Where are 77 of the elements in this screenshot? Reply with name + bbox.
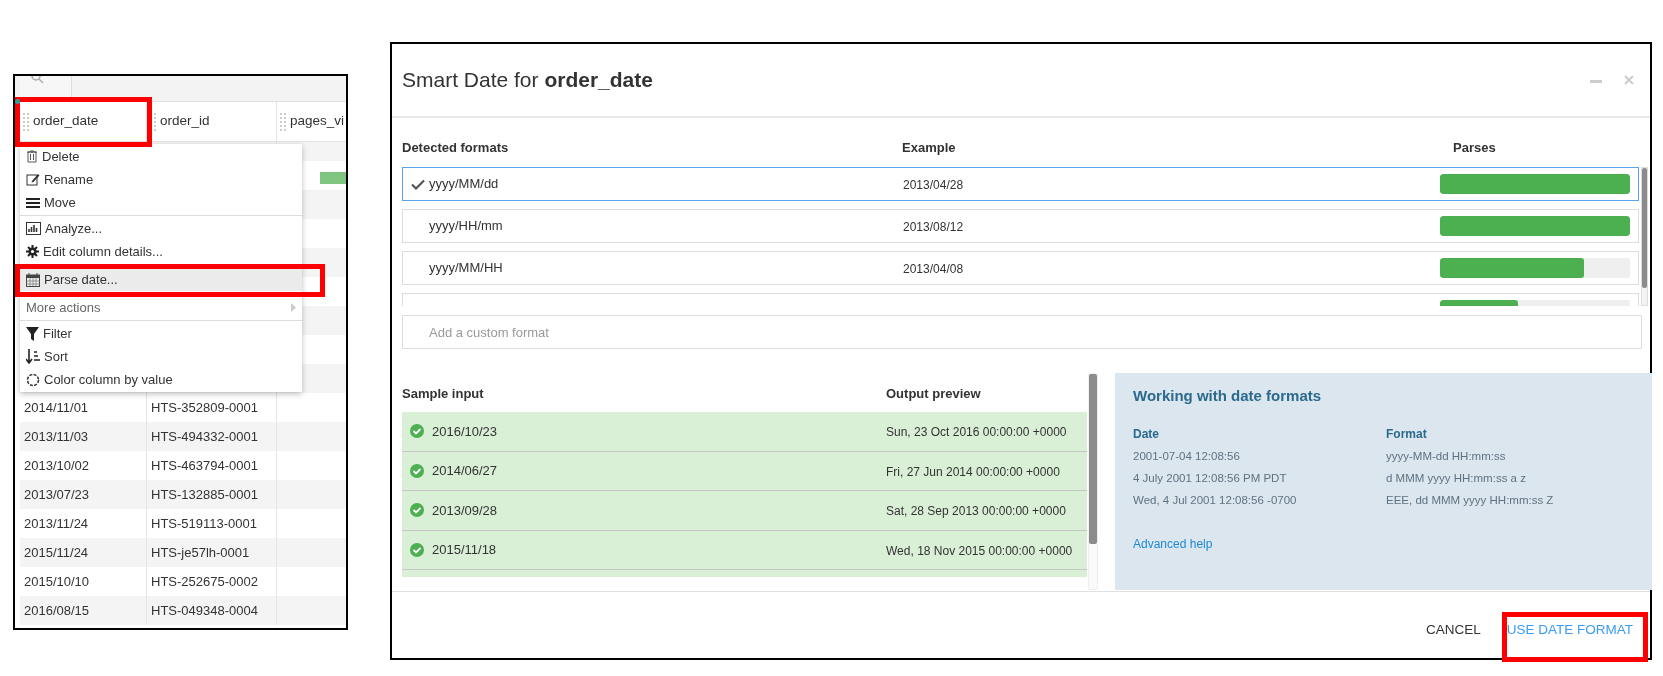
table-cell-text: d MMM yyyy HH:mm:ss a z xyxy=(1386,470,1527,486)
sort-icon xyxy=(26,349,40,364)
menu-item[interactable]: Parse date... xyxy=(20,268,302,291)
cancel-button[interactable]: CANCEL xyxy=(1417,613,1489,647)
table-cell-text: HTS-je57lh-0001 xyxy=(151,543,250,562)
search-icon xyxy=(30,76,44,85)
column-header: Output preview xyxy=(886,385,981,401)
filter-icon xyxy=(26,326,39,341)
table-cell-text: 2013/11/24 xyxy=(24,514,89,533)
menu-item[interactable]: Delete xyxy=(20,145,302,168)
edit-icon xyxy=(26,173,40,186)
table-cell: Sun, 23 Oct 2016 00:00:00 +0000 xyxy=(886,425,1067,440)
caret-right-icon xyxy=(291,303,296,312)
check-icon xyxy=(411,178,425,190)
table-cell-text: HTS-049348-0004 xyxy=(151,601,258,620)
column-header: Detected formats xyxy=(402,140,509,155)
column-header: Date xyxy=(1133,425,1160,443)
table-cell: Wed, 18 Nov 2015 00:00:00 +0000 xyxy=(886,543,1073,558)
check-circle-icon xyxy=(410,503,424,518)
table-cell-text: 2015/10/10 xyxy=(24,572,90,591)
menu-item[interactable]: Sort xyxy=(20,345,302,368)
drag-handle-icon xyxy=(280,112,286,131)
custom-format-field[interactable]: Add a custom format xyxy=(402,315,1642,349)
format-row[interactable]: yyyy/HH/mm 2013/08/12 xyxy=(402,209,1639,243)
table-cell-text: 2016/10/23 xyxy=(432,422,498,441)
table-cell: Sat, 28 Sep 2013 00:00:00 +0000 xyxy=(886,504,1066,519)
format-row[interactable]: yyyy/MM/HH 2013/04/08 xyxy=(402,251,1639,285)
column-header[interactable]: order_date xyxy=(20,102,147,141)
table-cell-text: 2013/11/03 xyxy=(24,427,89,446)
column-header: Sample input xyxy=(402,385,484,401)
check-circle-icon xyxy=(410,463,424,478)
trash-icon xyxy=(26,150,38,163)
scrollbar[interactable] xyxy=(1641,167,1648,306)
table-cell-text: 2015/11/18 xyxy=(432,541,497,559)
calendar-icon xyxy=(26,272,40,287)
table-cell-text: HTS-519113-0001 xyxy=(151,514,257,533)
menu-item[interactable]: Filter xyxy=(20,322,302,345)
table-cell-text: Wed, 4 Jul 2001 12:08:56 -0700 xyxy=(1133,493,1298,508)
gear-icon xyxy=(26,245,39,258)
table-cell-text: 2014/06/27 xyxy=(432,462,498,480)
check-circle-icon xyxy=(410,542,424,557)
column-header: Parses xyxy=(1453,140,1496,155)
column-header: Example xyxy=(902,140,956,155)
drag-handle-icon xyxy=(23,112,29,131)
table-cell-text: HTS-463794-0001 xyxy=(151,456,258,475)
menu-item[interactable]: Analyze... xyxy=(20,217,302,240)
scrollbar[interactable] xyxy=(1088,373,1098,590)
close-icon xyxy=(1624,75,1634,85)
menu-item[interactable]: Move xyxy=(20,191,302,214)
format-row[interactable]: yyyy/MM/dd 2013/04/28 xyxy=(402,167,1639,201)
table-cell-text: 2016/08/15 xyxy=(24,601,90,620)
table-cell-text: HTS-132885-0001 xyxy=(151,485,258,504)
close-button[interactable] xyxy=(1624,75,1634,85)
table-cell-text: yyyy-MM-dd HH:mm:ss xyxy=(1386,448,1507,464)
table-cell: Fri, 27 Jun 2014 00:00:00 +0000 xyxy=(886,464,1060,479)
panel-title: Working with date formats xyxy=(1133,386,1323,406)
table-cell-text: 4 July 2001 12:08:56 PM PDT xyxy=(1133,470,1288,486)
table-cell-text: 2013/09/28 xyxy=(432,501,498,520)
table-cell-text: 2013/10/02 xyxy=(24,456,90,475)
menu-item[interactable]: Edit column details... xyxy=(20,240,302,263)
menu-item[interactable]: Rename xyxy=(20,168,302,191)
column-header: Format xyxy=(1386,425,1428,443)
table-cell-text: HTS-494332-0001 xyxy=(151,427,258,446)
check-circle-icon xyxy=(410,424,424,439)
minimize-button[interactable] xyxy=(1590,79,1602,83)
menu-item[interactable]: More actions xyxy=(20,296,302,319)
menu-icon xyxy=(26,196,40,209)
table-cell-text: 2014/11/01 xyxy=(24,398,89,417)
bar-chart-icon xyxy=(26,222,41,235)
table-cell-text: EEE, dd MMM yyyy HH:mm:ss Z xyxy=(1386,493,1555,508)
table-cell-text: 2001-07-04 12:08:56 xyxy=(1133,448,1241,464)
dialog-title: Smart Date for order_date xyxy=(402,67,654,94)
table-cell-text: HTS-252675-0002 xyxy=(151,572,258,591)
table-cell-text: HTS-352809-0001 xyxy=(151,398,258,417)
table-cell-text: 2015/11/24 xyxy=(24,543,89,562)
table-cell-text: 2013/07/23 xyxy=(24,485,90,504)
menu-item[interactable]: Color column by value xyxy=(20,368,302,391)
